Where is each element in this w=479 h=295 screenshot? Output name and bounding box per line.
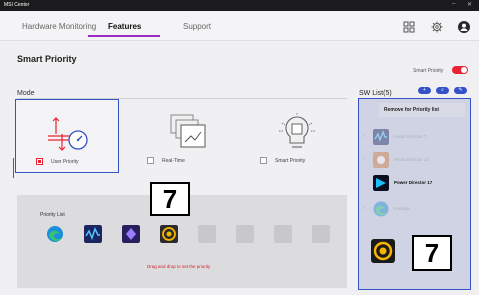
page-title: Smart Priority	[17, 54, 77, 64]
audio-director-icon	[373, 129, 389, 145]
mode-card-real-time[interactable]: Real-Time	[133, 99, 237, 173]
priority-list-label: Priority List	[40, 212, 65, 218]
grid-icon[interactable]	[403, 21, 415, 33]
sw-list-title: SW List(5)	[359, 90, 392, 97]
active-tab-underline	[88, 35, 160, 37]
mode-card-smart-priority[interactable]: Smart Priority	[245, 99, 349, 173]
sw-list-item[interactable]: ⤤ Audio Director 7	[359, 127, 470, 149]
smart-priority-checkbox[interactable]	[260, 157, 267, 164]
empty-slot[interactable]	[198, 225, 216, 243]
user-avatar-icon[interactable]	[458, 21, 470, 33]
sw-item-name: Audio Director 7	[394, 134, 427, 139]
edit-button[interactable]: ✎	[454, 87, 467, 94]
link-icon: ⤤	[362, 157, 365, 163]
minimize-button[interactable]: –	[452, 1, 455, 7]
empty-slot[interactable]	[236, 225, 254, 243]
user-priority-label: User Priority	[51, 159, 79, 165]
audio-director-app-icon[interactable]	[84, 225, 102, 243]
mode-card-user-priority[interactable]: User Priority	[15, 99, 119, 173]
empty-slot[interactable]	[312, 225, 330, 243]
title-bar: MSI Center – ✕	[0, 0, 479, 11]
photo-director-icon	[373, 152, 389, 168]
sw-list-item[interactable]: Power Director 17	[359, 173, 470, 195]
tab-hardware-monitoring[interactable]: Hardware Monitoring	[22, 22, 96, 31]
link-icon: ⤤	[362, 206, 365, 212]
sw-item-name: Photo Director 10	[394, 157, 430, 162]
smart-priority-toggle[interactable]	[452, 66, 468, 74]
add-button[interactable]: +	[418, 87, 431, 94]
overlay-number-left: 7	[150, 182, 190, 216]
search-button[interactable]: ⌕	[436, 87, 449, 94]
close-button[interactable]: ✕	[467, 1, 472, 8]
real-time-label: Real-Time	[162, 158, 185, 164]
top-nav: Hardware Monitoring Features Support	[0, 11, 479, 41]
smart-priority-toggle-label: Smart Priority	[413, 68, 444, 74]
sw-item-name: msedge	[394, 206, 411, 211]
photo-director-app-icon[interactable]	[122, 225, 140, 243]
edge-app-icon[interactable]	[46, 225, 64, 243]
user-priority-checkbox[interactable]	[36, 158, 43, 165]
empty-slot[interactable]	[274, 225, 292, 243]
power-director-app-icon[interactable]	[160, 225, 178, 243]
gear-icon[interactable]	[431, 21, 443, 33]
power-director-icon	[373, 175, 389, 191]
smart-priority-icon	[279, 113, 315, 148]
tab-features[interactable]: Features	[108, 22, 141, 31]
mode-label: Mode	[17, 90, 35, 97]
drag-hint: Drag and drop to set the priority	[147, 264, 211, 269]
dragged-app-icon	[371, 239, 395, 263]
sw-item-name: Power Director 17	[394, 180, 433, 185]
selection-accent	[13, 158, 14, 178]
remove-from-priority-button[interactable]: Remove for Priority list	[379, 103, 465, 117]
smart-priority-mode-label: Smart Priority	[275, 158, 306, 164]
real-time-icon	[170, 114, 206, 148]
real-time-checkbox[interactable]	[147, 157, 154, 164]
overlay-number-right: 7	[412, 235, 452, 271]
link-icon: ⤤	[362, 134, 365, 140]
window-title: MSI Center	[4, 2, 30, 8]
msedge-icon	[373, 201, 389, 217]
user-priority-icon	[48, 117, 88, 151]
sw-list-item[interactable]: ⤤ Photo Director 10	[359, 150, 470, 172]
sw-list-item[interactable]: ⤤ msedge	[359, 199, 470, 221]
tab-support[interactable]: Support	[183, 22, 211, 31]
